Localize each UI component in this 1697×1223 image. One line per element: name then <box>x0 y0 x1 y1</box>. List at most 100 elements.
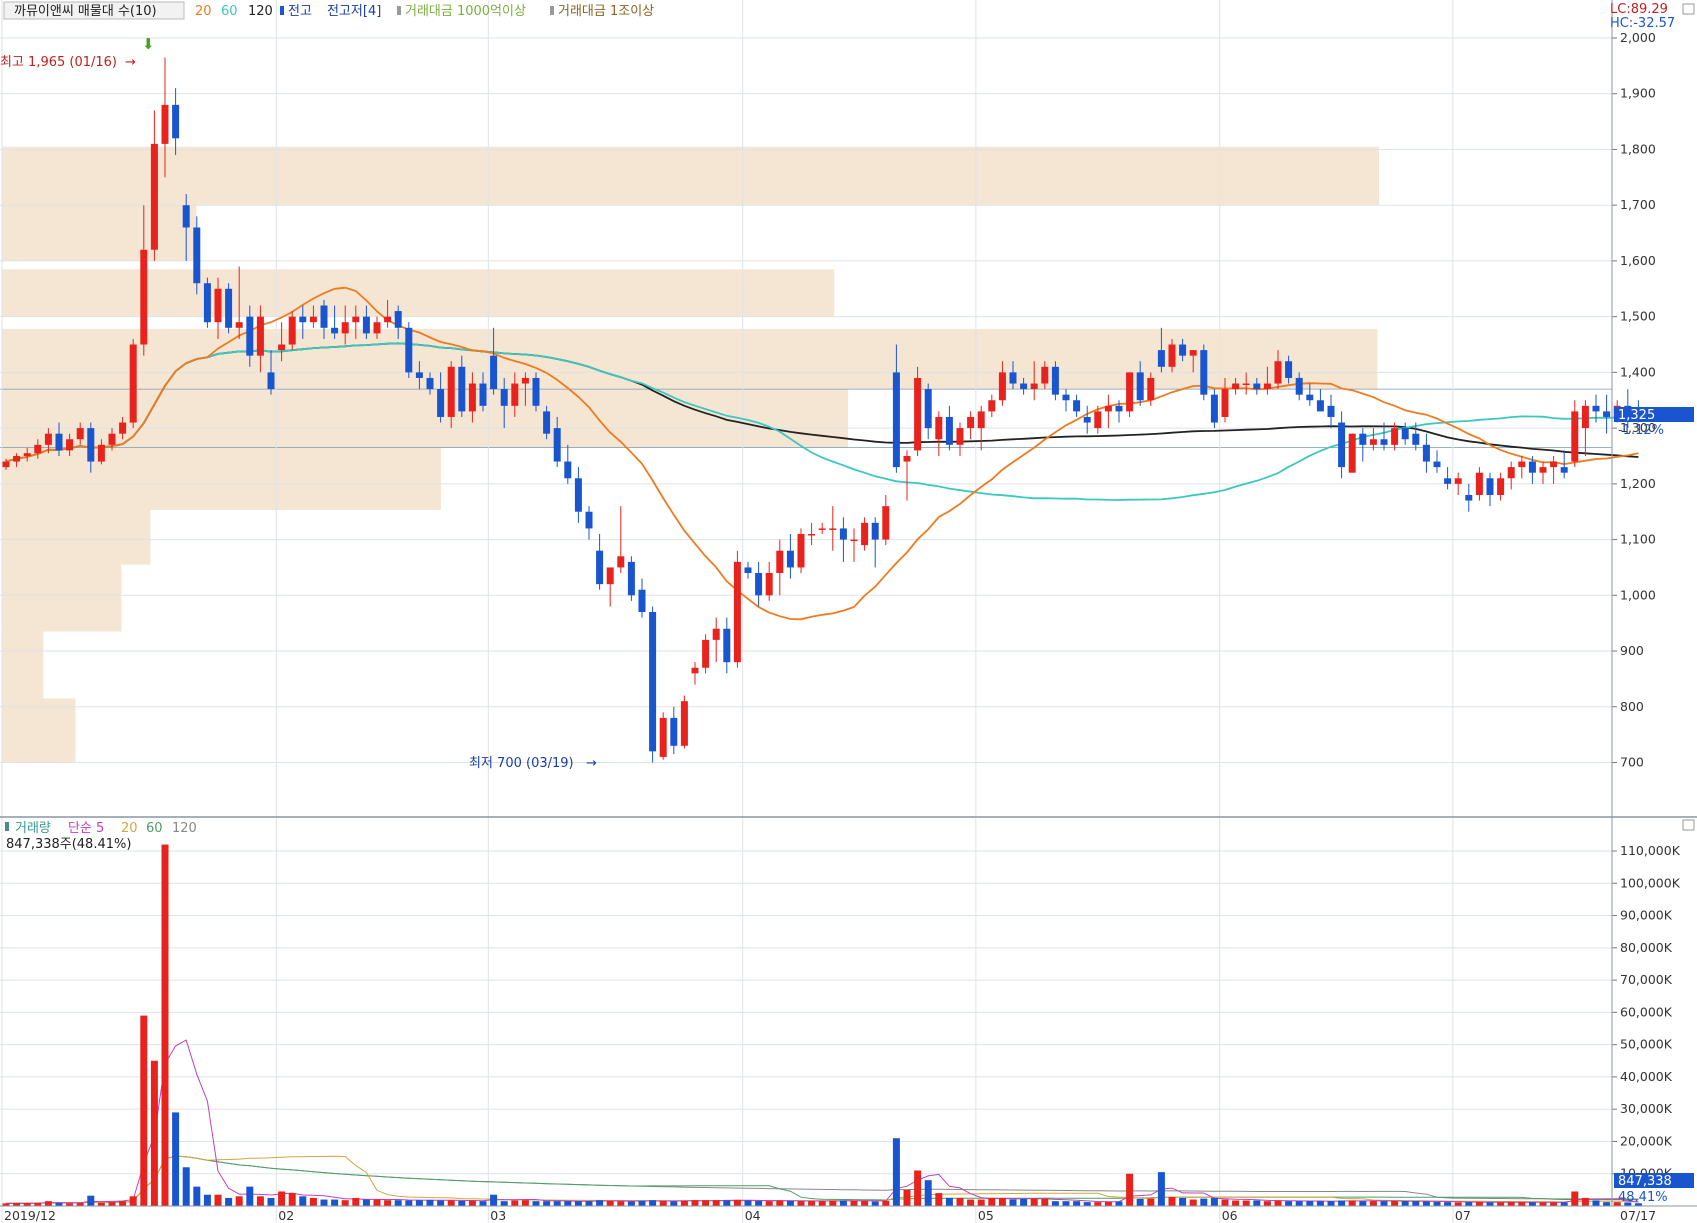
vol-legend-marker <box>5 822 9 831</box>
candle-body <box>1486 478 1494 495</box>
candle-body <box>1020 383 1028 390</box>
candle-body <box>797 533 805 568</box>
current-volume-pct: 48.41% <box>1618 1190 1668 1205</box>
volume-bar <box>362 1199 370 1206</box>
volume-bar <box>1528 1202 1536 1206</box>
volume-bar <box>1380 1201 1388 1206</box>
candle-body <box>76 428 84 440</box>
candle-body <box>1274 361 1282 384</box>
candle-body <box>617 556 625 568</box>
volume-bar <box>1115 1201 1123 1206</box>
volume-bar <box>829 1200 837 1206</box>
candle-body <box>1210 394 1218 423</box>
candle-body <box>574 478 582 512</box>
candle-body <box>108 433 116 445</box>
candle-body <box>638 589 646 613</box>
price-tick-label: 700 <box>1620 754 1644 769</box>
legend-marker-1t <box>550 6 554 15</box>
price-tick-label: 1,900 <box>1620 86 1656 101</box>
candle-body <box>447 366 455 417</box>
volume-bar <box>225 1197 233 1206</box>
candle-body <box>786 550 794 568</box>
legend-high-label: 전고 <box>288 4 312 19</box>
volume-bar <box>1486 1202 1494 1206</box>
volume-bar <box>256 1196 264 1206</box>
candle-body <box>193 227 201 284</box>
volume-bar <box>680 1200 688 1206</box>
volume-bar <box>649 1200 657 1206</box>
candle-body <box>659 717 667 757</box>
volume-tick-label: 20,000K <box>1620 1133 1673 1148</box>
candle-body <box>34 444 42 454</box>
candle-body <box>1550 461 1558 468</box>
candle-body <box>723 628 731 663</box>
candle-body <box>532 377 540 406</box>
volume-tick-label: 40,000K <box>1620 1069 1673 1084</box>
candle-body <box>1179 344 1187 356</box>
candle-body <box>1359 433 1367 445</box>
candle-body <box>1104 405 1112 412</box>
candle-body <box>1338 422 1346 468</box>
volume-bar <box>1083 1202 1091 1206</box>
volume-bar <box>808 1201 816 1206</box>
volume-bar <box>1539 1202 1547 1206</box>
candle-body <box>744 567 752 574</box>
candle-body <box>776 550 784 574</box>
volume-bar <box>1475 1202 1483 1206</box>
volume-bar <box>161 844 169 1206</box>
volume-bar <box>1391 1201 1399 1206</box>
candle-body <box>44 433 52 445</box>
collapse-volume-panel-button[interactable] <box>1682 819 1695 831</box>
volume-profile-bar <box>2 564 122 632</box>
candle-body <box>299 316 307 323</box>
volume-bar <box>1104 1201 1112 1206</box>
volume-bar <box>384 1200 392 1206</box>
volume-tick-label: 110,000K <box>1620 843 1681 858</box>
candle-body <box>1115 405 1123 412</box>
vol-legend-ma60: 60 <box>146 821 163 836</box>
x-tick-label: 04 <box>745 1208 761 1223</box>
volume-bar <box>670 1201 678 1206</box>
volume-bar <box>935 1193 943 1206</box>
volume-bar <box>1348 1200 1356 1206</box>
candle-body <box>352 316 360 323</box>
volume-bar <box>924 1180 932 1206</box>
legend-ma20: 20 <box>195 4 212 19</box>
volume-bar <box>596 1200 604 1206</box>
volume-bar <box>511 1200 519 1206</box>
volume-bar <box>1221 1199 1229 1206</box>
candle-body <box>511 383 519 406</box>
volume-bar <box>585 1201 593 1206</box>
volume-bar <box>617 1201 625 1206</box>
volume-bar <box>977 1199 985 1206</box>
candle-body <box>203 283 211 323</box>
volume-bar <box>691 1200 699 1206</box>
volume-bar <box>1030 1198 1038 1206</box>
hc-label: HC:-32.57 <box>1610 16 1675 31</box>
collapse-price-panel-button[interactable] <box>1682 3 1695 15</box>
candle-body <box>543 411 551 434</box>
volume-bar <box>182 1167 190 1206</box>
candle-body <box>66 439 74 451</box>
candle-body <box>765 573 773 596</box>
legend-marker-high <box>280 6 284 15</box>
legend-ma60: 60 <box>221 4 238 19</box>
candle-body <box>1603 411 1611 417</box>
candle-body <box>733 561 741 663</box>
current-volume: 847,338 <box>1618 1174 1672 1189</box>
volume-bar <box>150 1060 158 1206</box>
high-marker-arrow-icon: ⬇ <box>142 35 155 53</box>
volume-bar <box>1306 1201 1314 1206</box>
candle-body <box>564 461 572 479</box>
candle-body <box>1232 383 1240 390</box>
volume-bar <box>1157 1172 1165 1206</box>
volume-bar <box>458 1200 466 1206</box>
candle-body <box>882 506 890 540</box>
candle-body <box>129 344 137 423</box>
volume-bar <box>288 1193 296 1206</box>
candle-body <box>182 205 190 228</box>
volume-bar <box>426 1199 434 1206</box>
volume-bar <box>299 1196 307 1206</box>
volume-bar <box>818 1201 826 1206</box>
volume-bar <box>1020 1198 1028 1206</box>
